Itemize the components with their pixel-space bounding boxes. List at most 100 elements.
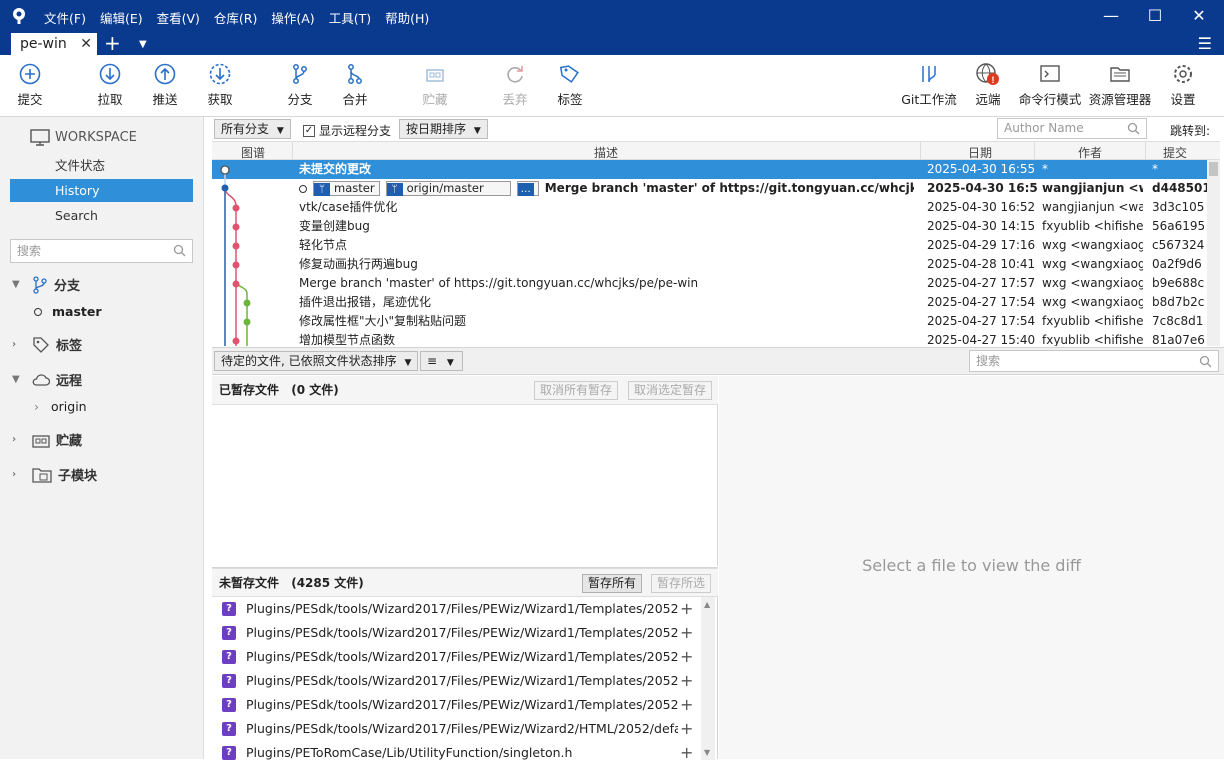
commit-button[interactable]: 提交 bbox=[0, 63, 60, 108]
sidebar-search-input[interactable]: 搜索 bbox=[10, 239, 193, 263]
stage-selected-button[interactable]: 暂存所选 bbox=[651, 574, 712, 593]
stash-label: 贮藏 bbox=[422, 92, 448, 107]
column-divider[interactable] bbox=[1034, 142, 1035, 160]
branch-badge-master[interactable]: ᛘ master bbox=[313, 181, 380, 196]
commit-row[interactable]: 修复动画执行两遍bug 2025-04-28 10:41 wxg <wangxi… bbox=[212, 255, 1207, 274]
commit-row[interactable]: 插件退出报错，尾迹优化 2025-04-27 17:54 wxg <wangxi… bbox=[212, 293, 1207, 312]
author-filter-input[interactable]: Author Name bbox=[997, 118, 1147, 139]
list-item[interactable]: ? Plugins/PESdk/tools/Wizard2017/Files/PE… bbox=[212, 621, 700, 645]
scrollbar-thumb[interactable] bbox=[1209, 162, 1218, 176]
branch-badge-origin-master[interactable]: ᛘ origin/master bbox=[385, 181, 511, 196]
log-scrollbar[interactable] bbox=[1207, 160, 1220, 346]
commit-row[interactable]: vtk/case插件优化 2025-04-30 16:52 wangjianju… bbox=[212, 198, 1207, 217]
fetch-button[interactable]: 获取 bbox=[190, 63, 250, 108]
show-remote-checkbox[interactable]: ✓ 显示远程分支 bbox=[303, 122, 391, 139]
column-divider[interactable] bbox=[1145, 142, 1146, 160]
commit-row[interactable]: Merge branch 'master' of https://git.ton… bbox=[212, 274, 1207, 293]
commit-row[interactable]: 变量创建bug 2025-04-30 14:15 fxyublib <hifis… bbox=[212, 217, 1207, 236]
stage-file-plus-icon[interactable]: + bbox=[680, 597, 693, 621]
unstage-selected-button[interactable]: 取消选定暂存 bbox=[628, 381, 713, 400]
stage-all-button[interactable]: 暂存所有 bbox=[582, 574, 643, 593]
column-divider[interactable] bbox=[920, 142, 921, 160]
list-item[interactable]: ? Plugins/PESdk/tools/Wizard2017/Files/PE… bbox=[212, 597, 700, 621]
stage-file-plus-icon[interactable]: + bbox=[680, 693, 693, 717]
scroll-down-icon[interactable]: ▼ bbox=[704, 748, 710, 757]
list-item[interactable]: ? Plugins/PESdk/tools/Wizard2017/Files/PE… bbox=[212, 645, 700, 669]
close-tab-icon[interactable]: ✕ bbox=[80, 33, 92, 55]
commit-date: 2025-04-27 17:57 bbox=[927, 276, 1036, 290]
date-column-header[interactable]: 日期 bbox=[968, 144, 992, 161]
stage-file-plus-icon[interactable]: + bbox=[680, 645, 693, 669]
branch-button[interactable]: 分支 bbox=[270, 63, 330, 108]
sidebar-group-branches[interactable]: ▼ 分支 bbox=[12, 275, 80, 294]
menu-item[interactable]: 文件(F) bbox=[44, 8, 86, 27]
tag-button[interactable]: 标签 bbox=[540, 63, 600, 108]
pull-button[interactable]: 拉取 bbox=[80, 63, 140, 108]
sidebar-item-file-status[interactable]: 文件状态 bbox=[10, 154, 193, 177]
sidebar-group-stashes[interactable]: › 贮藏 bbox=[12, 430, 82, 449]
menu-item[interactable]: 操作(A) bbox=[271, 8, 314, 27]
explorer-button[interactable]: 资源管理器 bbox=[1084, 63, 1156, 108]
column-divider[interactable] bbox=[292, 142, 293, 160]
list-item[interactable]: ? Plugins/PEToRomCase/Lib/UtilityFunction… bbox=[212, 741, 700, 760]
repo-tab[interactable]: pe-win ✕ bbox=[11, 33, 97, 55]
list-item[interactable]: ? Plugins/PESdk/tools/Wizard2017/Files/PE… bbox=[212, 717, 700, 741]
description-column-header[interactable]: 描述 bbox=[594, 144, 618, 161]
menu-item[interactable]: 查看(V) bbox=[157, 8, 200, 27]
maximize-icon[interactable]: ☐ bbox=[1145, 6, 1165, 26]
commit-hash: 7c8c8d1 bbox=[1152, 314, 1204, 328]
commit-row[interactable]: 未提交的更改 2025-04-30 16:55 * * bbox=[212, 160, 1207, 179]
remote-button[interactable]: ! 远端 bbox=[958, 63, 1018, 108]
staged-files-panel: 已暂存文件 (0 文件) 取消所有暂存 取消选定暂存 bbox=[212, 376, 718, 566]
sidebar-group-submodules[interactable]: › 子模块 bbox=[12, 465, 97, 484]
commit-column-header[interactable]: 提交 bbox=[1163, 144, 1187, 161]
menu-item[interactable]: 帮助(H) bbox=[385, 8, 429, 27]
terminal-button[interactable]: 命令行模式 bbox=[1014, 63, 1086, 108]
refs-icon: … bbox=[517, 183, 534, 196]
close-window-icon[interactable]: ✕ bbox=[1189, 6, 1209, 26]
hamburger-menu-icon[interactable]: ☰ bbox=[1198, 35, 1212, 53]
stage-file-plus-icon[interactable]: + bbox=[680, 621, 693, 645]
list-item[interactable]: ? Plugins/PESdk/tools/Wizard2017/Files/PE… bbox=[212, 669, 700, 693]
menu-item[interactable]: 仓库(R) bbox=[214, 8, 257, 27]
tab-bar: pe-win ✕ + ▼ ☰ bbox=[0, 32, 1224, 55]
stage-file-plus-icon[interactable]: + bbox=[680, 669, 693, 693]
sort-dropdown[interactable]: 按日期排序 ▼ bbox=[399, 119, 488, 139]
graph-column-header[interactable]: 图谱 bbox=[241, 144, 265, 161]
branch-filter-dropdown[interactable]: 所有分支 ▼ bbox=[214, 119, 291, 139]
stage-file-plus-icon[interactable]: + bbox=[680, 741, 693, 760]
stage-file-plus-icon[interactable]: + bbox=[680, 717, 693, 741]
scroll-up-icon[interactable]: ▲ bbox=[704, 600, 710, 609]
sidebar-item-history[interactable]: History bbox=[10, 179, 193, 202]
file-list-scrollbar[interactable]: ▲ ▼ bbox=[701, 597, 715, 760]
list-item[interactable]: ? Plugins/PESdk/tools/Wizard2017/Files/PE… bbox=[212, 693, 700, 717]
menu-item[interactable]: 编辑(E) bbox=[100, 8, 143, 27]
commit-row[interactable]: 修改属性框"大小"复制粘贴问题 2025-04-27 17:54 fxyubli… bbox=[212, 312, 1207, 331]
file-search-placeholder: 搜索 bbox=[976, 354, 1001, 368]
sidebar-group-remotes[interactable]: ▼ 远程 bbox=[12, 370, 82, 389]
commit-row[interactable]: 轻化节点 2025-04-29 17:16 wxg <wangxiaogang@… bbox=[212, 236, 1207, 255]
discard-button[interactable]: 丢弃 bbox=[485, 63, 545, 108]
stash-button[interactable]: 贮藏 bbox=[405, 63, 465, 108]
tab-dropdown-icon[interactable]: ▼ bbox=[139, 35, 147, 55]
sidebar-branch-master[interactable]: master bbox=[34, 304, 102, 319]
gitflow-button[interactable]: Git工作流 bbox=[899, 63, 959, 108]
sidebar-remote-origin[interactable]: › origin bbox=[34, 399, 87, 414]
push-button[interactable]: 推送 bbox=[135, 63, 195, 108]
minimize-icon[interactable]: — bbox=[1101, 6, 1121, 26]
unstage-all-button[interactable]: 取消所有暂存 bbox=[534, 381, 619, 400]
menu-item[interactable]: 工具(T) bbox=[329, 8, 371, 27]
author-column-header[interactable]: 作者 bbox=[1078, 144, 1102, 161]
pending-files-sort-dropdown[interactable]: 待定的文件, 已依照文件状态排序 ▼ bbox=[214, 351, 419, 371]
settings-button[interactable]: 设置 bbox=[1153, 63, 1213, 108]
view-mode-dropdown[interactable]: ≡ ▼ bbox=[420, 351, 463, 371]
commit-row[interactable]: ᛘ master ᛘ origin/master… Merge branch 'mast… bbox=[212, 179, 1207, 198]
file-search-input[interactable]: 搜索 bbox=[969, 350, 1219, 372]
more-refs-badge[interactable]: … bbox=[516, 181, 539, 196]
merge-button[interactable]: 合并 bbox=[325, 63, 385, 108]
new-tab-plus-icon[interactable]: + bbox=[104, 32, 121, 54]
branch-icon bbox=[33, 275, 47, 294]
sidebar-item-search[interactable]: Search bbox=[10, 204, 193, 227]
sidebar-group-tags[interactable]: › 标签 bbox=[12, 335, 82, 354]
commit-row[interactable]: 增加模型节点函数 2025-04-27 15:40 fxyublib <hifi… bbox=[212, 331, 1207, 346]
